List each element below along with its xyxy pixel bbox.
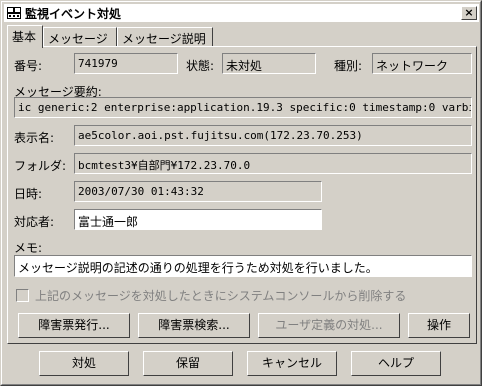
issue-trouble-ticket-button[interactable]: 障害票発行... — [18, 313, 130, 338]
close-button[interactable]: × — [461, 6, 477, 20]
status-label: 状態: — [186, 59, 215, 73]
operation-button[interactable]: 操作 — [408, 313, 470, 338]
app-icon — [6, 5, 22, 21]
datetime-field: 2003/07/30 01:43:32 — [74, 181, 322, 202]
delete-from-console-option[interactable]: 上記のメッセージを対処したときにシステムコンソールから削除する — [16, 287, 406, 304]
status-field: 未対処 — [222, 53, 316, 74]
display-name-field: ae5color.aoi.pst.fujitsu.com(172.23.70.2… — [74, 125, 472, 146]
number-field: 741979 — [74, 53, 178, 74]
folder-label: フォルダ: — [14, 159, 67, 173]
tab-message-description[interactable]: メッセージ説明 — [117, 27, 213, 47]
number-label: 番号: — [14, 59, 43, 73]
delete-from-console-checkbox[interactable] — [16, 289, 29, 302]
display-name-label: 表示名: — [14, 131, 55, 145]
user-defined-action-button: ユーザ定義の対処... — [258, 313, 400, 338]
event-handling-dialog: 監視イベント対処 × 基本 メッセージ メッセージ説明 番号: 741979 状… — [0, 0, 482, 386]
window-title: 監視イベント対処 — [25, 6, 122, 21]
basic-panel: 番号: 741979 状態: 未対処 種別: ネットワーク メッセージ要約: i… — [7, 46, 477, 344]
memo-input[interactable]: メッセージ説明の記述の通りの処理を行うため対処を行いました。 — [14, 255, 472, 277]
kind-field: ネットワーク — [372, 53, 472, 74]
datetime-label: 日時: — [14, 187, 43, 201]
close-icon: × — [464, 6, 474, 19]
title-bar: 監視イベント対処 × — [4, 4, 479, 22]
handle-button[interactable]: 対処 — [39, 351, 129, 376]
search-trouble-ticket-button[interactable]: 障害票検索... — [138, 313, 250, 338]
tab-message[interactable]: メッセージ — [43, 27, 117, 47]
responder-input[interactable]: 富士通一郎 — [74, 209, 322, 230]
folder-field: bcmtest3¥自部門¥172.23.70.0 — [74, 153, 472, 174]
memo-label: メモ: — [14, 241, 43, 255]
responder-label: 対応者: — [14, 215, 55, 229]
cancel-button[interactable]: キャンセル — [247, 351, 337, 376]
delete-from-console-label: 上記のメッセージを対処したときにシステムコンソールから削除する — [35, 289, 407, 303]
kind-label: 種別: — [334, 59, 363, 73]
help-button[interactable]: ヘルプ — [351, 351, 441, 376]
summary-field: ic generic:2 enterprise:application.19.3… — [14, 97, 472, 118]
tab-basic[interactable]: 基本 — [7, 25, 43, 48]
hold-button[interactable]: 保留 — [143, 351, 233, 376]
